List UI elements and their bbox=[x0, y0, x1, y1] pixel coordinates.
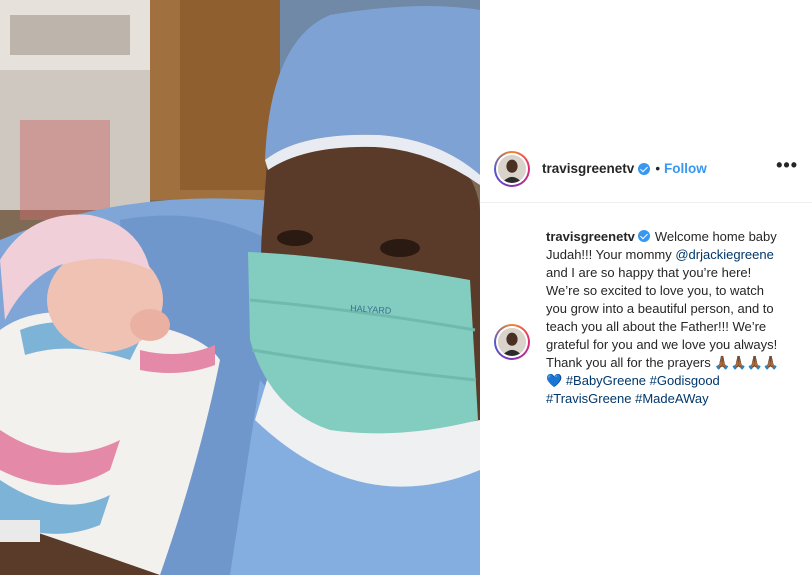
caption-verified-badge-icon bbox=[637, 230, 650, 242]
hashtag-link[interactable]: #TravisGreene bbox=[546, 391, 632, 406]
caption-text: travisgreenetv Welcome home baby Judah!!!… bbox=[546, 228, 786, 408]
follow-button[interactable]: Follow bbox=[664, 161, 707, 176]
hashtag-link[interactable]: #BabyGreene bbox=[566, 373, 646, 388]
separator-dot: • bbox=[655, 161, 661, 176]
photo-illustration: HALYARD bbox=[0, 0, 480, 575]
post-header: travisgreenetv • Follow ••• bbox=[480, 140, 812, 203]
post-photo[interactable]: HALYARD bbox=[0, 0, 480, 575]
header-user-line: travisgreenetv • Follow bbox=[542, 161, 707, 176]
avatar-photo bbox=[498, 155, 526, 183]
caption-username[interactable]: travisgreenetv bbox=[546, 229, 635, 244]
mention-link[interactable]: @drjackiegreene bbox=[675, 247, 773, 262]
instagram-post: HALYARD travisgreenetv • Follow ••• trav… bbox=[0, 0, 812, 575]
caption-avatar-photo bbox=[498, 328, 526, 356]
post-side-panel: travisgreenetv • Follow ••• travisgreene… bbox=[480, 0, 812, 575]
caption-avatar[interactable] bbox=[494, 324, 530, 360]
avatar[interactable] bbox=[494, 151, 530, 187]
more-options-icon[interactable]: ••• bbox=[776, 156, 798, 174]
verified-badge-icon bbox=[638, 162, 651, 175]
header-username[interactable]: travisgreenetv bbox=[542, 161, 634, 176]
hashtag-link[interactable]: #MadeAWay bbox=[635, 391, 708, 406]
hashtag-link[interactable]: #Godisgood bbox=[650, 373, 720, 388]
